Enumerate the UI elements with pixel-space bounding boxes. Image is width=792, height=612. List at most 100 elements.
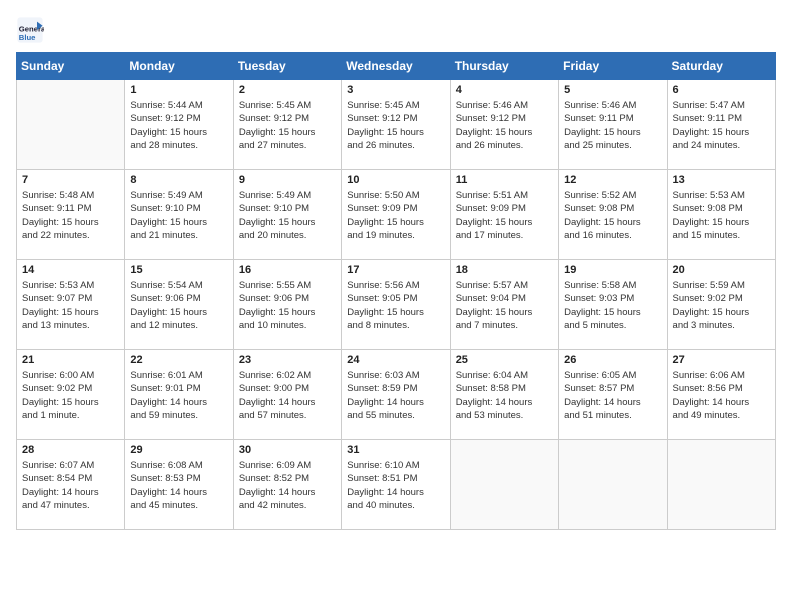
day-number: 30 — [239, 444, 336, 456]
calendar-cell: 27 Sunrise: 6:06 AM Sunset: 8:56 PM Dayli… — [667, 350, 775, 440]
day-number: 11 — [456, 174, 553, 186]
cell-info: Sunrise: 6:06 AM Sunset: 8:56 PM Dayligh… — [673, 369, 770, 422]
day-number: 29 — [130, 444, 227, 456]
cell-info: Sunrise: 6:04 AM Sunset: 8:58 PM Dayligh… — [456, 369, 553, 422]
day-number: 24 — [347, 354, 444, 366]
day-number: 4 — [456, 84, 553, 96]
cell-info: Sunrise: 6:07 AM Sunset: 8:54 PM Dayligh… — [22, 459, 119, 512]
header-day-tuesday: Tuesday — [233, 53, 341, 80]
week-row-2: 7 Sunrise: 5:48 AM Sunset: 9:11 PM Daylig… — [17, 170, 776, 260]
day-number: 18 — [456, 264, 553, 276]
calendar-body: 1 Sunrise: 5:44 AM Sunset: 9:12 PM Daylig… — [17, 80, 776, 530]
calendar-cell: 14Sunrise: 5:53 AM Sunset: 9:07 PM Dayli… — [17, 260, 125, 350]
cell-info: Sunrise: 5:57 AM Sunset: 9:04 PM Dayligh… — [456, 279, 553, 332]
header-day-saturday: Saturday — [667, 53, 775, 80]
calendar-cell: 10Sunrise: 5:50 AM Sunset: 9:09 PM Dayli… — [342, 170, 450, 260]
day-number: 9 — [239, 174, 336, 186]
day-number: 26 — [564, 354, 661, 366]
day-number: 5 — [564, 84, 661, 96]
cell-info: Sunrise: 5:59 AM Sunset: 9:02 PM Dayligh… — [673, 279, 770, 332]
cell-info: Sunrise: 6:10 AM Sunset: 8:51 PM Dayligh… — [347, 459, 444, 512]
cell-info: Sunrise: 5:49 AM Sunset: 9:10 PM Dayligh… — [130, 189, 227, 242]
logo-icon: General Blue — [16, 16, 44, 44]
day-number: 13 — [673, 174, 770, 186]
calendar-cell: 15 Sunrise: 5:54 AM Sunset: 9:06 PM Dayli… — [125, 260, 233, 350]
day-number: 2 — [239, 84, 336, 96]
week-row-1: 1 Sunrise: 5:44 AM Sunset: 9:12 PM Daylig… — [17, 80, 776, 170]
day-number: 7 — [22, 174, 119, 186]
cell-info: Sunrise: 6:05 AM Sunset: 8:57 PM Dayligh… — [564, 369, 661, 422]
calendar-cell: 7 Sunrise: 5:48 AM Sunset: 9:11 PM Daylig… — [17, 170, 125, 260]
cell-info: Sunrise: 5:48 AM Sunset: 9:11 PM Dayligh… — [22, 189, 119, 242]
cell-info: Sunrise: 5:55 AM Sunset: 9:06 PM Dayligh… — [239, 279, 336, 332]
cell-info: Sunrise: 5:51 AM Sunset: 9:09 PM Dayligh… — [456, 189, 553, 242]
calendar-cell: 26 Sunrise: 6:05 AM Sunset: 8:57 PM Dayli… — [559, 350, 667, 440]
day-number: 21 — [22, 354, 119, 366]
cell-info: Sunrise: 5:58 AM Sunset: 9:03 PM Dayligh… — [564, 279, 661, 332]
cell-info: Sunrise: 5:49 AM Sunset: 9:10 PM Dayligh… — [239, 189, 336, 242]
header-day-thursday: Thursday — [450, 53, 558, 80]
calendar-cell — [559, 440, 667, 530]
calendar-cell: 9 Sunrise: 5:49 AM Sunset: 9:10 PM Daylig… — [233, 170, 341, 260]
cell-info: Sunrise: 6:08 AM Sunset: 8:53 PM Dayligh… — [130, 459, 227, 512]
calendar-cell: 3 Sunrise: 5:45 AM Sunset: 9:12 PM Daylig… — [342, 80, 450, 170]
calendar-cell: 11 Sunrise: 5:51 AM Sunset: 9:09 PM Dayli… — [450, 170, 558, 260]
header-day-monday: Monday — [125, 53, 233, 80]
calendar-cell: 23 Sunrise: 6:02 AM Sunset: 9:00 PM Dayli… — [233, 350, 341, 440]
day-number: 6 — [673, 84, 770, 96]
cell-info: Sunrise: 6:03 AM Sunset: 8:59 PM Dayligh… — [347, 369, 444, 422]
calendar-cell: 6Sunrise: 5:47 AM Sunset: 9:11 PM Daylig… — [667, 80, 775, 170]
cell-info: Sunrise: 5:45 AM Sunset: 9:12 PM Dayligh… — [239, 99, 336, 152]
calendar-cell: 30 Sunrise: 6:09 AM Sunset: 8:52 PM Dayli… — [233, 440, 341, 530]
header-day-wednesday: Wednesday — [342, 53, 450, 80]
cell-info: Sunrise: 6:01 AM Sunset: 9:01 PM Dayligh… — [130, 369, 227, 422]
calendar-cell: 22 Sunrise: 6:01 AM Sunset: 9:01 PM Dayli… — [125, 350, 233, 440]
day-number: 25 — [456, 354, 553, 366]
calendar-cell: 5 Sunrise: 5:46 AM Sunset: 9:11 PM Daylig… — [559, 80, 667, 170]
svg-text:Blue: Blue — [19, 33, 36, 42]
week-row-4: 21 Sunrise: 6:00 AM Sunset: 9:02 PM Dayli… — [17, 350, 776, 440]
day-number: 12 — [564, 174, 661, 186]
cell-info: Sunrise: 5:45 AM Sunset: 9:12 PM Dayligh… — [347, 99, 444, 152]
day-number: 17 — [347, 264, 444, 276]
header-day-sunday: Sunday — [17, 53, 125, 80]
calendar-cell: 18 Sunrise: 5:57 AM Sunset: 9:04 PM Dayli… — [450, 260, 558, 350]
day-number: 19 — [564, 264, 661, 276]
week-row-3: 14Sunrise: 5:53 AM Sunset: 9:07 PM Dayli… — [17, 260, 776, 350]
header-row: SundayMondayTuesdayWednesdayThursdayFrid… — [17, 53, 776, 80]
day-number: 1 — [130, 84, 227, 96]
cell-info: Sunrise: 5:54 AM Sunset: 9:06 PM Dayligh… — [130, 279, 227, 332]
cell-info: Sunrise: 5:46 AM Sunset: 9:11 PM Dayligh… — [564, 99, 661, 152]
calendar-cell: 28 Sunrise: 6:07 AM Sunset: 8:54 PM Dayli… — [17, 440, 125, 530]
header-day-friday: Friday — [559, 53, 667, 80]
day-number: 22 — [130, 354, 227, 366]
day-number: 3 — [347, 84, 444, 96]
calendar-cell — [667, 440, 775, 530]
week-row-5: 28 Sunrise: 6:07 AM Sunset: 8:54 PM Dayli… — [17, 440, 776, 530]
day-number: 15 — [130, 264, 227, 276]
day-number: 27 — [673, 354, 770, 366]
day-number: 14 — [22, 264, 119, 276]
calendar-cell: 1 Sunrise: 5:44 AM Sunset: 9:12 PM Daylig… — [125, 80, 233, 170]
calendar-cell: 2 Sunrise: 5:45 AM Sunset: 9:12 PM Daylig… — [233, 80, 341, 170]
day-number: 31 — [347, 444, 444, 456]
calendar-cell: 20 Sunrise: 5:59 AM Sunset: 9:02 PM Dayli… — [667, 260, 775, 350]
cell-info: Sunrise: 5:52 AM Sunset: 9:08 PM Dayligh… — [564, 189, 661, 242]
cell-info: Sunrise: 6:09 AM Sunset: 8:52 PM Dayligh… — [239, 459, 336, 512]
calendar-cell: 31 Sunrise: 6:10 AM Sunset: 8:51 PM Dayli… — [342, 440, 450, 530]
cell-info: Sunrise: 5:56 AM Sunset: 9:05 PM Dayligh… — [347, 279, 444, 332]
day-number: 20 — [673, 264, 770, 276]
cell-info: Sunrise: 5:44 AM Sunset: 9:12 PM Dayligh… — [130, 99, 227, 152]
calendar-cell: 21 Sunrise: 6:00 AM Sunset: 9:02 PM Dayli… — [17, 350, 125, 440]
day-number: 28 — [22, 444, 119, 456]
calendar-cell: 8Sunrise: 5:49 AM Sunset: 9:10 PM Daylig… — [125, 170, 233, 260]
page-header: General Blue — [16, 16, 776, 44]
cell-info: Sunrise: 6:02 AM Sunset: 9:00 PM Dayligh… — [239, 369, 336, 422]
calendar-cell: 13Sunrise: 5:53 AM Sunset: 9:08 PM Dayli… — [667, 170, 775, 260]
calendar-cell: 16Sunrise: 5:55 AM Sunset: 9:06 PM Dayli… — [233, 260, 341, 350]
day-number: 23 — [239, 354, 336, 366]
cell-info: Sunrise: 6:00 AM Sunset: 9:02 PM Dayligh… — [22, 369, 119, 422]
calendar-cell: 4Sunrise: 5:46 AM Sunset: 9:12 PM Daylig… — [450, 80, 558, 170]
calendar-table: SundayMondayTuesdayWednesdayThursdayFrid… — [16, 52, 776, 530]
calendar-cell: 25 Sunrise: 6:04 AM Sunset: 8:58 PM Dayli… — [450, 350, 558, 440]
